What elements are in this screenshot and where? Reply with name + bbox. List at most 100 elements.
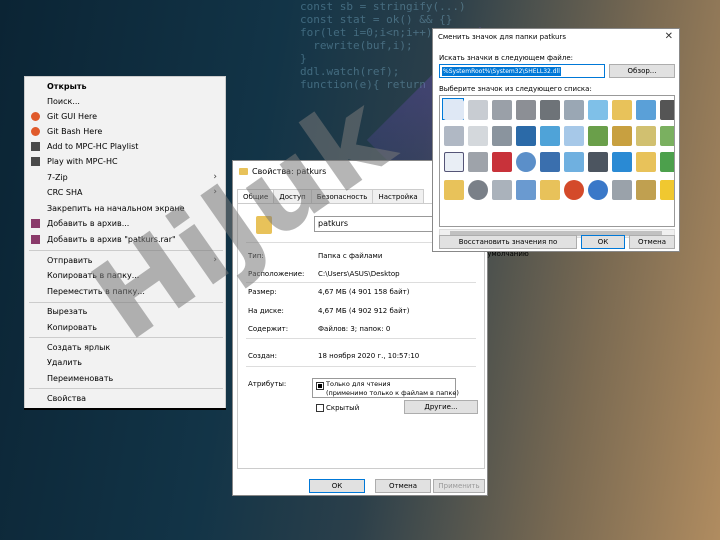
browse-button[interactable]: Обзор...: [609, 64, 675, 78]
menu-item-rename[interactable]: Переименовать: [25, 371, 225, 386]
divider: [246, 338, 476, 339]
menu-item-label: Play with MPC-HC: [47, 157, 118, 166]
recycle-icon[interactable]: [612, 180, 632, 200]
folder-open-icon[interactable]: [636, 126, 656, 146]
disc-icon[interactable]: [468, 180, 488, 200]
close-icon[interactable]: ✕: [665, 31, 673, 42]
readonly-sub-label: (применимо только к файлам в папке): [326, 389, 459, 397]
other-attributes-button[interactable]: Другие...: [404, 400, 478, 414]
image-icon[interactable]: [660, 126, 674, 146]
font-icon[interactable]: [636, 152, 656, 172]
network-drive-icon[interactable]: [516, 180, 536, 200]
menu-separator: [29, 388, 223, 389]
server-icon[interactable]: [468, 152, 488, 172]
mpc-hc-icon: [31, 142, 40, 151]
hdd-icon[interactable]: [492, 126, 512, 146]
star-icon[interactable]: [660, 180, 674, 200]
camera-icon[interactable]: [660, 100, 674, 120]
menu-item-label: Открыть: [47, 82, 87, 91]
prop-label: Размер:: [248, 288, 277, 296]
apply-button[interactable]: Применить: [433, 479, 485, 493]
blank-file-icon[interactable]: [444, 100, 464, 120]
menu-item-label: Git GUI Here: [47, 112, 98, 121]
menu-item-git-bash[interactable]: Git Bash Here: [25, 124, 225, 139]
ok-button[interactable]: ОК: [581, 235, 625, 249]
display-icon[interactable]: [564, 126, 584, 146]
document-icon[interactable]: [468, 100, 488, 120]
ok-button[interactable]: ОК: [309, 479, 365, 493]
path-value: %SystemRoot%\System32\SHELL32.dll: [442, 67, 561, 76]
share-icon[interactable]: [540, 126, 560, 146]
mpc-hc-icon: [31, 157, 40, 166]
menu-item-create-shortcut[interactable]: Создать ярлык: [25, 340, 225, 355]
menu-item-label: Свойства: [47, 394, 87, 403]
prop-value: C:\Users\ASUS\Desktop: [318, 270, 400, 278]
icon-file-path-input[interactable]: %SystemRoot%\System32\SHELL32.dll: [439, 64, 605, 78]
prop-label: На диске:: [248, 307, 284, 315]
menu-item-git-gui[interactable]: Git GUI Here: [25, 109, 225, 124]
folder-icon[interactable]: [444, 180, 464, 200]
window-icon[interactable]: [444, 126, 464, 146]
tree-icon[interactable]: [660, 152, 674, 172]
menu-item-label: Переименовать: [47, 374, 114, 383]
printer-icon[interactable]: [564, 100, 584, 120]
divider: [246, 366, 476, 367]
prop-value: 4,67 МБ (4 901 158 байт): [318, 288, 410, 296]
computer-icon[interactable]: [588, 152, 608, 172]
help-icon[interactable]: [564, 180, 584, 200]
network-icon[interactable]: [588, 126, 608, 146]
cancel-button[interactable]: Отмена: [375, 479, 431, 493]
network-drive-icon[interactable]: [540, 100, 560, 120]
winrar-icon: [31, 235, 40, 244]
globe-icon[interactable]: [636, 100, 656, 120]
icon-list-label: Выберите значок из следующего списка:: [439, 85, 592, 93]
drive-icon[interactable]: [516, 100, 536, 120]
key-icon[interactable]: [612, 126, 632, 146]
restore-defaults-button[interactable]: Восстановить значения по умолчанию: [439, 235, 577, 258]
tree-icon[interactable]: [540, 152, 560, 172]
search-icon[interactable]: [564, 152, 584, 172]
divider: [246, 282, 476, 283]
winrar-icon: [31, 219, 40, 228]
menu-item-open[interactable]: Открыть: [25, 79, 225, 94]
cd-icon[interactable]: [516, 152, 536, 172]
prop-value: 18 ноября 2020 г., 10:57:10: [318, 352, 420, 360]
menu-item-label: Создать ярлык: [47, 343, 111, 352]
delete-icon[interactable]: [492, 152, 512, 172]
hidden-checkbox[interactable]: [316, 404, 324, 412]
prop-label: Содержит:: [248, 325, 289, 333]
search-file-label: Искать значки в следующем файле:: [439, 54, 573, 62]
git-bash-icon: [31, 127, 40, 136]
desktop-icon[interactable]: [612, 152, 632, 172]
menu-item-mpc-playlist[interactable]: Add to MPC-HC Playlist: [25, 139, 225, 154]
power-icon[interactable]: [588, 180, 608, 200]
readonly-checkbox[interactable]: [316, 382, 324, 390]
menu-item-label: Вырезать: [47, 307, 88, 316]
drive-icon[interactable]: [492, 180, 512, 200]
menu-item-delete[interactable]: Удалить: [25, 355, 225, 370]
change-icon-dialog: Сменить значок для папки patkurs ✕ Искат…: [432, 28, 680, 258]
readonly-label: Только для чтения: [326, 380, 391, 388]
network-globe-icon[interactable]: [516, 126, 536, 146]
folder-icon[interactable]: [540, 180, 560, 200]
menu-item-mpc-play[interactable]: Play with MPC-HC: [25, 154, 225, 169]
prop-label: Создан:: [248, 352, 277, 360]
attributes-label: Атрибуты:: [248, 380, 287, 388]
folder-lock-icon[interactable]: [636, 180, 656, 200]
menu-item-label: CRC SHA: [47, 188, 83, 197]
window-frame-icon[interactable]: [444, 152, 464, 172]
folder-icon[interactable]: [612, 100, 632, 120]
menu-item-label: Add to MPC-HC Playlist: [47, 142, 139, 151]
menu-item-properties[interactable]: Свойства: [25, 391, 225, 406]
app-icon[interactable]: [492, 100, 512, 120]
monitor-icon[interactable]: [588, 100, 608, 120]
prop-value: 4,67 МБ (4 902 912 байт): [318, 307, 410, 315]
grid-icon[interactable]: [468, 126, 488, 146]
menu-item-label: Git Bash Here: [47, 127, 103, 136]
icon-list[interactable]: [439, 95, 675, 227]
hidden-label: Скрытый: [326, 404, 360, 412]
menu-item-search[interactable]: Поиск...: [25, 94, 225, 109]
prop-value: Папка с файлами: [318, 252, 383, 260]
menu-underline: [24, 408, 226, 410]
cancel-button[interactable]: Отмена: [629, 235, 675, 249]
